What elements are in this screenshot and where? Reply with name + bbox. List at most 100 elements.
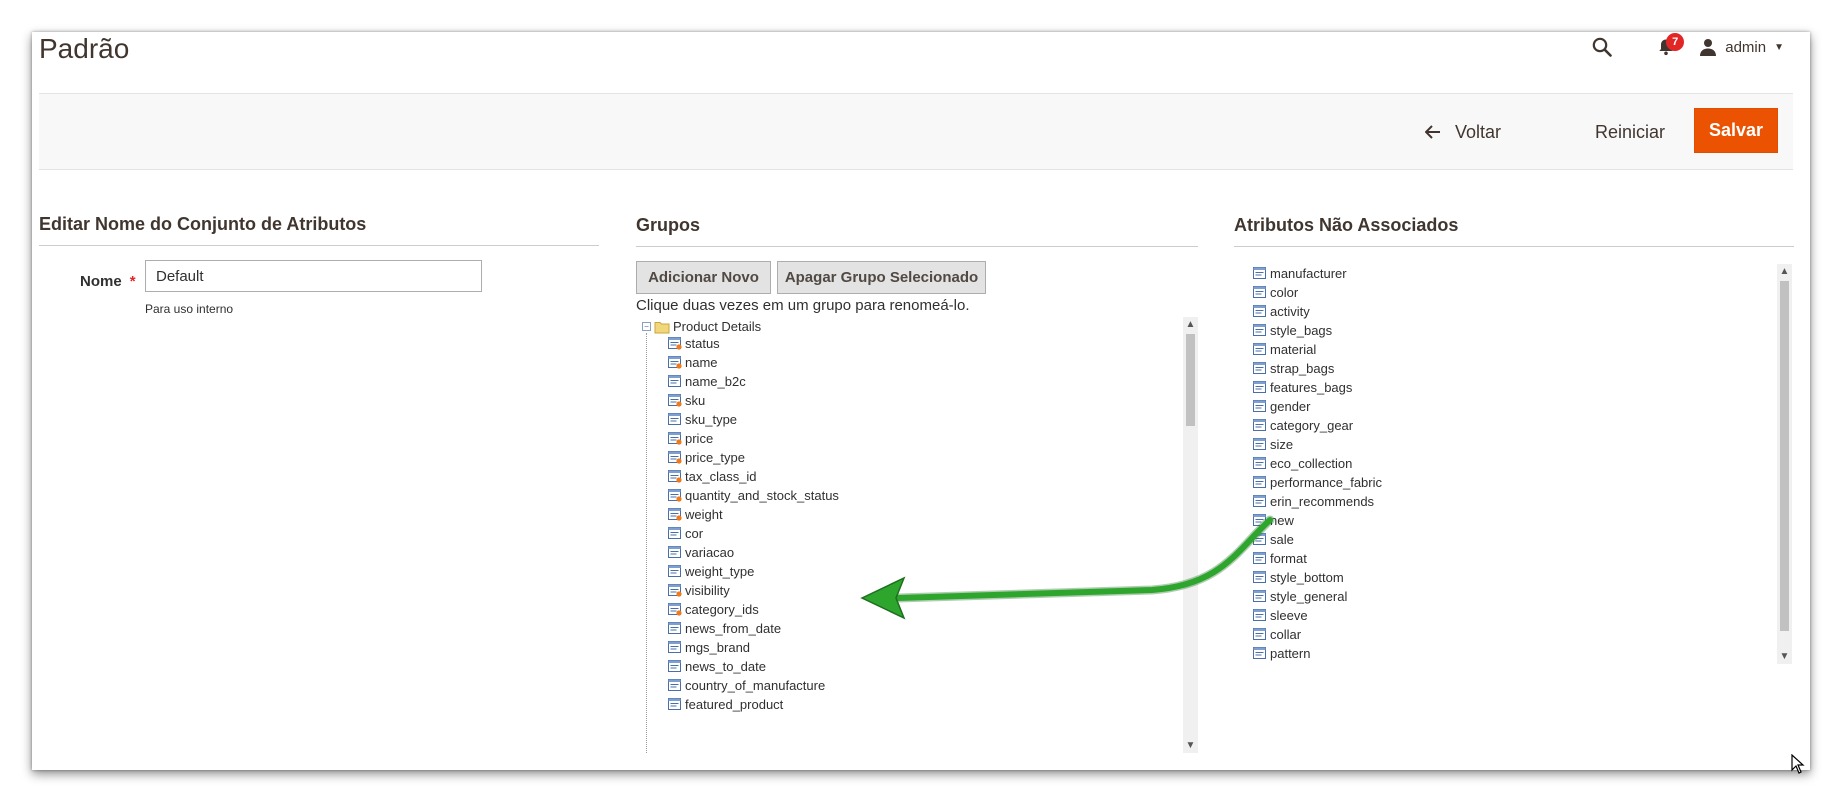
name-label-text: Nome: [80, 273, 122, 290]
scroll-down-icon[interactable]: ▼: [1777, 649, 1792, 664]
attribute-node-quantity-and-stock-status[interactable]: quantity_and_stock_status: [668, 486, 839, 505]
search-button[interactable]: [1587, 32, 1617, 62]
notifications-button[interactable]: 7: [1651, 32, 1685, 62]
attribute-node-sku[interactable]: sku: [668, 391, 839, 410]
required-mark: *: [129, 273, 136, 290]
attribute-node-erin-recommends[interactable]: erin_recommends: [1253, 492, 1382, 511]
attribute-node-label: name: [685, 355, 718, 370]
attribute-node-color[interactable]: color: [1253, 283, 1382, 302]
attribute-node-label: color: [1270, 285, 1299, 300]
attribute-icon: [1253, 286, 1267, 299]
scroll-up-icon[interactable]: ▲: [1777, 264, 1792, 279]
attribute-node-variacao[interactable]: variacao: [668, 543, 839, 562]
attribute-node-label: material: [1270, 342, 1317, 357]
attribute-node-performance-fabric[interactable]: performance_fabric: [1253, 473, 1382, 492]
name-field-note: Para uso interno: [145, 302, 234, 316]
reset-button[interactable]: Reiniciar: [1595, 116, 1665, 148]
mouse-cursor-icon: [1791, 754, 1805, 774]
attribute-icon: [668, 546, 682, 559]
folder-icon: [654, 321, 670, 333]
attribute-node-visibility[interactable]: visibility: [668, 581, 839, 600]
attribute-node-label: features_bags: [1270, 380, 1353, 395]
attribute-node-news-from-date[interactable]: news_from_date: [668, 619, 839, 638]
attribute-icon: [1253, 495, 1267, 508]
required-attribute-icon: [668, 394, 682, 407]
attribute-node-category-ids[interactable]: category_ids: [668, 600, 839, 619]
attribute-node-activity[interactable]: activity: [1253, 302, 1382, 321]
attribute-node-style-bags[interactable]: style_bags: [1253, 321, 1382, 340]
scrollbar-thumb[interactable]: [1186, 334, 1195, 426]
back-button[interactable]: Voltar: [1424, 116, 1501, 148]
collapse-toggle-icon[interactable]: −: [642, 322, 651, 331]
arrow-left-icon: [1424, 125, 1441, 139]
attribute-icon: [1253, 362, 1267, 375]
attribute-node-label: style_bags: [1270, 323, 1333, 338]
attribute-icon: [668, 375, 682, 388]
required-attribute-icon: [668, 470, 682, 483]
group-attribute-list: status name name_b2c sku sku_type price price_…: [668, 334, 839, 714]
attribute-node-label: strap_bags: [1270, 361, 1335, 376]
required-attribute-icon: [668, 603, 682, 616]
attribute-node-label: activity: [1270, 304, 1310, 319]
attribute-node-features-bags[interactable]: features_bags: [1253, 378, 1382, 397]
attribute-node-gender[interactable]: gender: [1253, 397, 1382, 416]
delete-group-button[interactable]: Apagar Grupo Selecionado: [777, 261, 986, 294]
required-attribute-icon: [668, 584, 682, 597]
attribute-node-weight-type[interactable]: weight_type: [668, 562, 839, 581]
attribute-node-label: country_of_manufacture: [685, 678, 826, 693]
attribute-node-sku-type[interactable]: sku_type: [668, 410, 839, 429]
attribute-node-label: pattern: [1270, 646, 1311, 661]
attribute-node-label: status: [685, 336, 720, 351]
attribute-node-label: news_from_date: [685, 621, 782, 636]
attribute-icon: [1253, 381, 1267, 394]
scrollbar-thumb[interactable]: [1780, 281, 1789, 631]
notifications-badge: 7: [1666, 33, 1685, 51]
groups-hint: Clique duas vezes em um grupo para renom…: [636, 297, 970, 314]
unassigned-scrollbar[interactable]: ▲ ▼: [1777, 264, 1792, 664]
groups-section-title: Grupos: [636, 215, 1198, 247]
scroll-up-icon[interactable]: ▲: [1183, 317, 1198, 332]
user-icon: [1700, 39, 1717, 56]
attribute-node-category-gear[interactable]: category_gear: [1253, 416, 1382, 435]
admin-window: Padrão 7 admin ▼ Voltar Reiniciar Salvar…: [32, 32, 1810, 770]
attribute-node-mgs-brand[interactable]: mgs_brand: [668, 638, 839, 657]
attribute-icon: [1253, 438, 1267, 451]
attribute-node-cor[interactable]: cor: [668, 524, 839, 543]
attribute-icon: [1253, 343, 1267, 356]
attribute-node-name-b2c[interactable]: name_b2c: [668, 372, 839, 391]
attribute-node-country-of-manufacture[interactable]: country_of_manufacture: [668, 676, 839, 695]
attribute-set-name-input[interactable]: [145, 260, 482, 292]
attribute-icon: [668, 527, 682, 540]
attribute-node-price-type[interactable]: price_type: [668, 448, 839, 467]
attribute-node-label: weight_type: [685, 564, 755, 579]
attribute-node-pattern[interactable]: pattern: [1253, 644, 1382, 663]
edit-name-section-title: Editar Nome do Conjunto de Atributos: [39, 214, 599, 246]
attribute-node-strap-bags[interactable]: strap_bags: [1253, 359, 1382, 378]
attribute-node-label: variacao: [685, 545, 735, 560]
search-icon: [1592, 37, 1613, 57]
attribute-icon: [668, 641, 682, 654]
attribute-node-status[interactable]: status: [668, 334, 839, 353]
user-menu[interactable]: admin ▼: [1699, 38, 1784, 56]
attribute-icon: [1253, 476, 1267, 489]
attribute-icon: [1253, 324, 1267, 337]
attribute-node-size[interactable]: size: [1253, 435, 1382, 454]
attribute-node-news-to-date[interactable]: news_to_date: [668, 657, 839, 676]
attribute-node-weight[interactable]: weight: [668, 505, 839, 524]
attribute-node-label: manufacturer: [1270, 266, 1347, 281]
scroll-down-icon[interactable]: ▼: [1183, 738, 1198, 753]
save-button[interactable]: Salvar: [1694, 108, 1778, 153]
attribute-node-label: quantity_and_stock_status: [685, 488, 839, 503]
attribute-node-featured-product[interactable]: featured_product: [668, 695, 839, 714]
attribute-node-material[interactable]: material: [1253, 340, 1382, 359]
attribute-node-manufacturer[interactable]: manufacturer: [1253, 264, 1382, 283]
add-group-button[interactable]: Adicionar Novo: [636, 261, 771, 294]
attribute-icon: [668, 622, 682, 635]
attribute-node-name[interactable]: name: [668, 353, 839, 372]
attribute-icon: [1253, 400, 1267, 413]
attribute-node-tax-class-id[interactable]: tax_class_id: [668, 467, 839, 486]
attribute-node-eco-collection[interactable]: eco_collection: [1253, 454, 1382, 473]
required-attribute-icon: [668, 356, 682, 369]
attribute-node-label: featured_product: [685, 697, 784, 712]
attribute-node-price[interactable]: price: [668, 429, 839, 448]
